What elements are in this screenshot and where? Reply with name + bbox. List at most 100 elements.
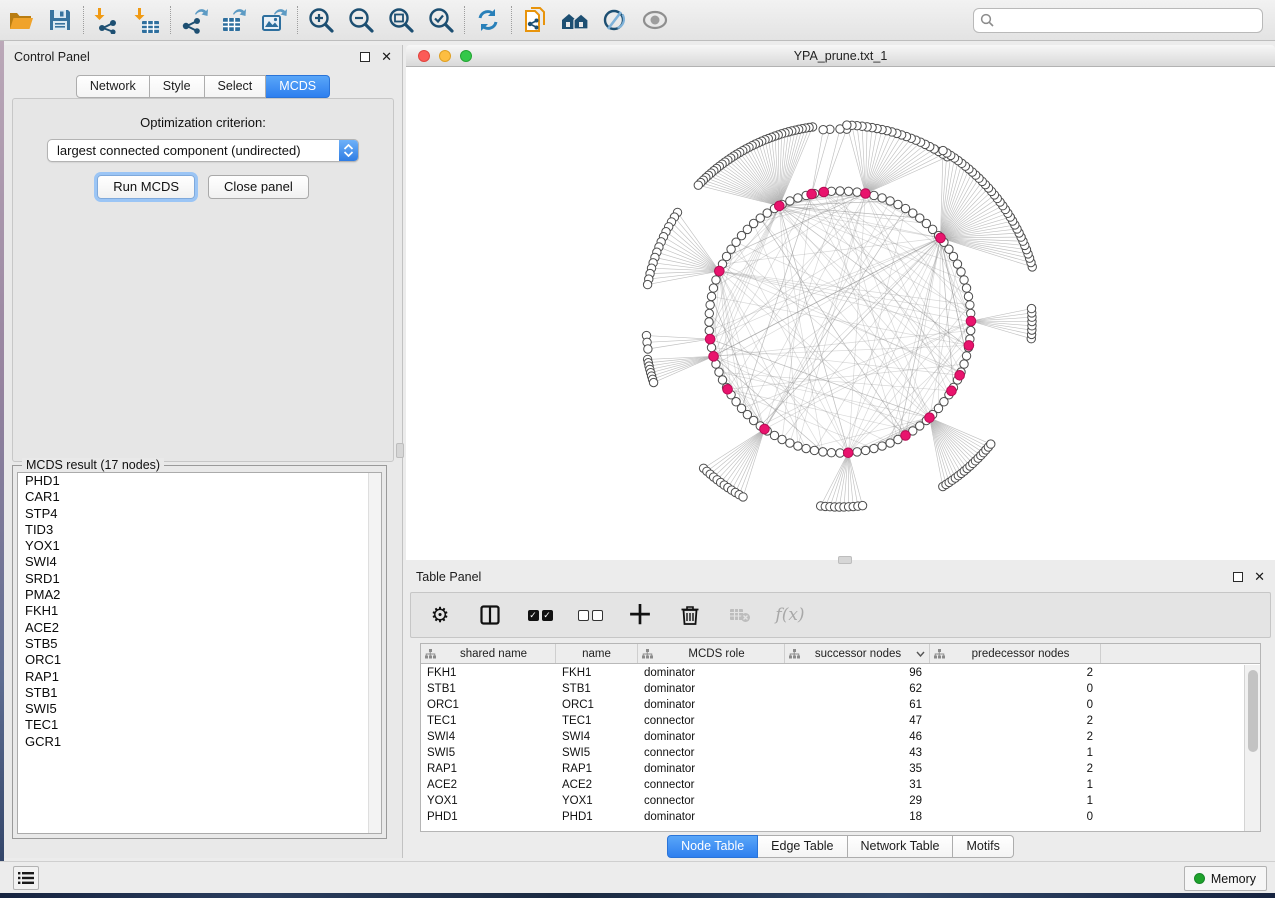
export-table-icon[interactable] xyxy=(214,3,254,37)
graph-mcds-hub-node[interactable] xyxy=(861,189,871,199)
graph-node[interactable] xyxy=(962,352,970,360)
graph-mcds-hub-node[interactable] xyxy=(705,334,715,344)
graph-node[interactable] xyxy=(967,326,975,334)
table-cell[interactable]: 1 xyxy=(930,795,1101,807)
graph-satellite-node[interactable] xyxy=(649,378,657,386)
graph-node[interactable] xyxy=(894,200,902,208)
tab-edge-table[interactable]: Edge Table xyxy=(758,835,847,858)
column-header-successor-nodes[interactable]: successor nodes xyxy=(785,644,930,663)
table-cell[interactable]: TEC1 xyxy=(421,715,556,727)
table-cell[interactable]: 2 xyxy=(930,763,1101,775)
zoom-in-icon[interactable] xyxy=(301,3,341,37)
save-session-icon[interactable] xyxy=(40,3,80,37)
table-cell[interactable]: YOX1 xyxy=(556,795,638,807)
graph-node[interactable] xyxy=(718,376,726,384)
table-cell[interactable]: 31 xyxy=(785,779,930,791)
zoom-out-icon[interactable] xyxy=(341,3,381,37)
graph-node[interactable] xyxy=(878,194,886,202)
table-cell[interactable]: 0 xyxy=(930,683,1101,695)
graph-mcds-hub-node[interactable] xyxy=(775,201,785,211)
graph-node[interactable] xyxy=(794,442,802,450)
table-cell[interactable]: 62 xyxy=(785,683,930,695)
open-session-icon[interactable] xyxy=(0,3,40,37)
graph-mcds-hub-node[interactable] xyxy=(936,233,946,243)
graph-mcds-hub-node[interactable] xyxy=(925,413,935,423)
zoom-selected-icon[interactable] xyxy=(421,3,461,37)
export-image-icon[interactable] xyxy=(254,3,294,37)
mcds-result-item[interactable]: ACE2 xyxy=(18,620,381,636)
table-row[interactable]: SWI5SWI5connector431 xyxy=(421,745,1244,761)
import-network-icon[interactable] xyxy=(87,3,127,37)
table-cell[interactable]: 18 xyxy=(785,811,930,823)
graph-node[interactable] xyxy=(964,292,972,300)
table-cell[interactable]: RAP1 xyxy=(556,763,638,775)
graph-mcds-hub-node[interactable] xyxy=(723,384,733,394)
table-cell[interactable]: FKH1 xyxy=(421,667,556,679)
graph-node[interactable] xyxy=(707,343,715,351)
network-canvas[interactable] xyxy=(406,67,1275,560)
graph-node[interactable] xyxy=(802,444,810,452)
graph-mcds-hub-node[interactable] xyxy=(760,424,770,434)
horizontal-splitter-handle[interactable] xyxy=(838,556,852,564)
graph-mcds-hub-node[interactable] xyxy=(715,266,725,276)
table-cell[interactable]: 2 xyxy=(930,731,1101,743)
table-cell[interactable]: dominator xyxy=(638,667,785,679)
table-cell[interactable]: ORC1 xyxy=(556,699,638,711)
select-all-icon[interactable]: ✓✓ xyxy=(527,602,553,628)
show-column-panel-icon[interactable] xyxy=(477,602,503,628)
tab-motifs[interactable]: Motifs xyxy=(953,835,1013,858)
mcds-result-item[interactable]: STB5 xyxy=(18,636,381,652)
graph-mcds-hub-node[interactable] xyxy=(955,370,965,380)
graph-node[interactable] xyxy=(960,276,968,284)
table-cell[interactable]: connector xyxy=(638,715,785,727)
table-cell[interactable]: PHD1 xyxy=(556,811,638,823)
table-cell[interactable]: 0 xyxy=(930,699,1101,711)
graph-node[interactable] xyxy=(901,204,909,212)
graph-node[interactable] xyxy=(960,360,968,368)
graph-node[interactable] xyxy=(705,309,713,317)
table-row[interactable]: FKH1FKH1dominator962 xyxy=(421,665,1244,681)
table-cell[interactable]: 1 xyxy=(930,747,1101,759)
graph-satellite-node[interactable] xyxy=(694,181,702,189)
graph-satellite-node[interactable] xyxy=(739,493,747,501)
add-column-icon[interactable]: ＋ xyxy=(627,602,653,628)
status-menu-button[interactable] xyxy=(13,866,39,890)
graph-node[interactable] xyxy=(715,368,723,376)
delete-rows-trash-icon[interactable] xyxy=(677,602,703,628)
table-scrollbar[interactable] xyxy=(1244,665,1260,831)
graph-node[interactable] xyxy=(853,448,861,456)
show-graphics-details-icon[interactable] xyxy=(635,3,675,37)
mcds-list-scrollbar[interactable] xyxy=(368,473,381,833)
search-field[interactable] xyxy=(973,8,1263,33)
mcds-result-item[interactable]: ORC1 xyxy=(18,652,381,668)
table-cell[interactable]: dominator xyxy=(638,763,785,775)
import-table-icon[interactable] xyxy=(127,3,167,37)
column-header-name[interactable]: name xyxy=(556,644,638,663)
graph-node[interactable] xyxy=(819,448,827,456)
column-header-predecessor-nodes[interactable]: predecessor nodes xyxy=(930,644,1101,663)
graph-node[interactable] xyxy=(966,301,974,309)
run-mcds-button[interactable]: Run MCDS xyxy=(97,175,195,199)
table-cell[interactable]: FKH1 xyxy=(556,667,638,679)
graph-mcds-hub-node[interactable] xyxy=(947,386,957,396)
table-cell[interactable]: 96 xyxy=(785,667,930,679)
graph-node[interactable] xyxy=(836,187,844,195)
graph-node[interactable] xyxy=(770,431,778,439)
graph-node[interactable] xyxy=(722,252,730,260)
table-cell[interactable]: ORC1 xyxy=(421,699,556,711)
graph-node[interactable] xyxy=(886,439,894,447)
table-cell[interactable]: SWI4 xyxy=(556,731,638,743)
close-panel-icon[interactable]: ✕ xyxy=(381,52,392,62)
graph-mcds-hub-node[interactable] xyxy=(807,189,817,199)
float-panel-icon[interactable] xyxy=(360,52,370,62)
graph-mcds-hub-node[interactable] xyxy=(843,448,853,458)
table-scrollbar-thumb[interactable] xyxy=(1248,670,1258,752)
table-cell[interactable]: 47 xyxy=(785,715,930,727)
hide-graphics-details-icon[interactable] xyxy=(595,3,635,37)
table-row[interactable]: ACE2ACE2connector311 xyxy=(421,777,1244,793)
graph-node[interactable] xyxy=(786,197,794,205)
memory-button[interactable]: Memory xyxy=(1184,866,1267,891)
tab-node-table[interactable]: Node Table xyxy=(667,835,758,858)
table-row[interactable]: SWI4SWI4dominator462 xyxy=(421,729,1244,745)
mcds-result-item[interactable]: SWI4 xyxy=(18,554,381,570)
